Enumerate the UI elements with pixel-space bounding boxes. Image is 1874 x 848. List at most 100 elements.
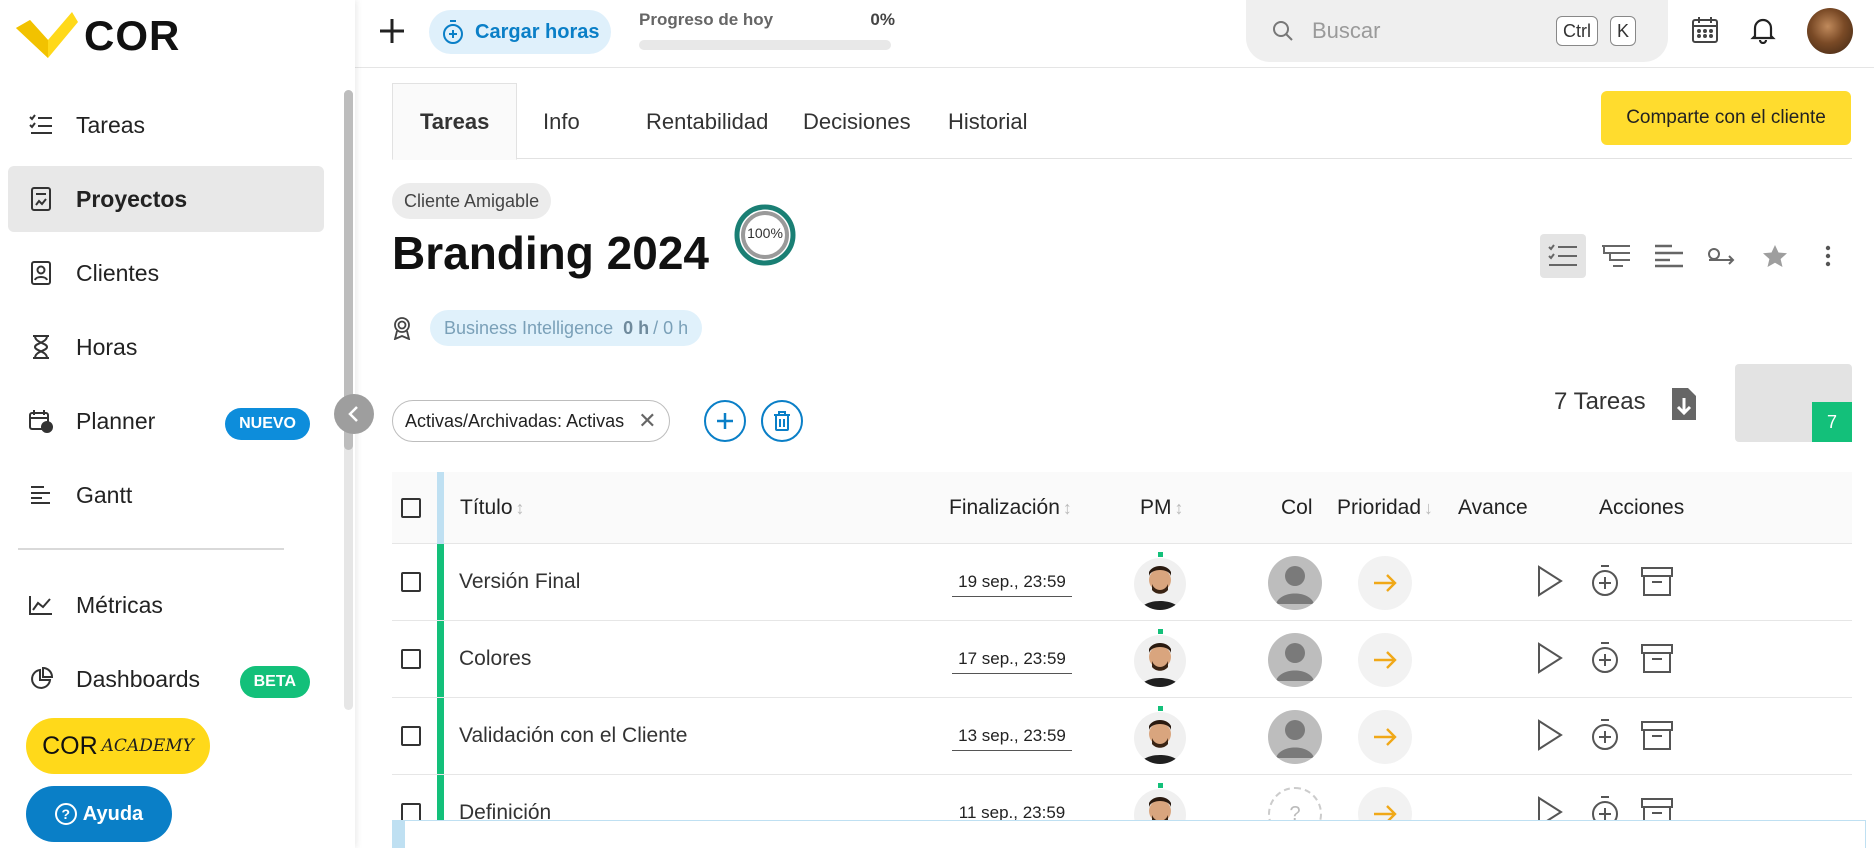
sidebar-item-horas[interactable]: Horas — [8, 314, 324, 380]
sidebar: COR Tareas Proyectos Clientes Horas Plan… — [0, 0, 355, 848]
task-title[interactable]: Validación con el Cliente — [459, 724, 687, 748]
client-chip[interactable]: Cliente Amigable — [392, 183, 552, 219]
cor-logo-mark-icon — [14, 10, 80, 62]
clear-filters-button[interactable] — [761, 400, 803, 442]
more-options-button[interactable] — [1805, 234, 1851, 278]
sidebar-item-planner[interactable]: Planner NUEVO — [8, 388, 324, 454]
gantt-view-button[interactable] — [1646, 234, 1692, 278]
hierarchy-view-button[interactable] — [1593, 234, 1639, 278]
arrow-right-icon — [1374, 728, 1397, 746]
area-name: Business Intelligence — [444, 317, 614, 338]
row-checkbox[interactable] — [401, 572, 421, 592]
help-button[interactable]: ? Ayuda — [26, 786, 172, 842]
projects-icon — [26, 184, 56, 214]
share-with-client-button[interactable]: Comparte con el cliente — [1601, 91, 1851, 145]
notifications-button[interactable] — [1749, 16, 1779, 46]
sidebar-nav: Tareas Proyectos Clientes Horas Planner … — [8, 92, 324, 536]
task-title[interactable]: Versión Final — [459, 570, 580, 594]
tab-rentabilidad[interactable]: Rentabilidad — [619, 83, 795, 160]
sidebar-item-proyectos[interactable]: Proyectos — [8, 166, 324, 232]
sidebar-item-dashboards[interactable]: Dashboards BETA — [8, 646, 324, 712]
pm-status-dot — [1158, 706, 1163, 711]
bottom-panel-accent — [393, 821, 405, 848]
task-due-date[interactable]: 13 sep., 23:59 — [952, 726, 1072, 751]
priority-button[interactable] — [1358, 556, 1412, 610]
checklist-icon — [1548, 244, 1577, 266]
timer-plus-icon — [443, 20, 463, 44]
col-header-priority[interactable]: Prioridad ↓ — [1337, 472, 1433, 544]
flow-view-button[interactable] — [1699, 234, 1745, 278]
metrics-icon — [26, 590, 56, 620]
table-row[interactable]: Versión Final 19 sep., 23:59 — [392, 544, 1852, 621]
sidebar-item-gantt[interactable]: Gantt — [8, 462, 324, 528]
sidebar-item-label: Dashboards — [76, 665, 201, 692]
list-view-button[interactable] — [1540, 234, 1586, 278]
plus-icon — [717, 413, 733, 429]
timer-plus-icon[interactable] — [1588, 564, 1622, 598]
add-button[interactable] — [379, 14, 405, 50]
kbd-k: K — [1610, 16, 1637, 46]
row-status-accent — [437, 698, 444, 774]
cor-academy-button[interactable]: COR ACADEMY — [26, 718, 210, 774]
collaborator-avatar[interactable] — [1268, 556, 1322, 610]
task-due-date[interactable]: 17 sep., 23:59 — [952, 649, 1072, 674]
pm-avatar[interactable] — [1134, 558, 1186, 610]
select-all-checkbox[interactable] — [401, 498, 421, 518]
archive-icon[interactable] — [1640, 718, 1674, 752]
task-title[interactable]: Colores — [459, 647, 531, 671]
table-row[interactable]: Validación con el Cliente 13 sep., 23:59 — [392, 698, 1852, 775]
timer-plus-icon[interactable] — [1588, 641, 1622, 675]
tab-decisiones[interactable]: Decisiones — [776, 83, 938, 160]
pm-avatar[interactable] — [1134, 635, 1186, 687]
sidebar-item-clientes[interactable]: Clientes — [8, 240, 324, 306]
calendar-button[interactable] — [1691, 16, 1721, 46]
col-header-title[interactable]: Título ↕ — [460, 472, 525, 544]
log-hours-button[interactable]: Cargar horas — [429, 10, 611, 54]
pm-avatar[interactable] — [1134, 712, 1186, 764]
project-main: Tareas Info Rentabilidad Decisiones Hist… — [392, 68, 1866, 848]
today-progress: Progreso de hoy 0% — [639, 10, 895, 50]
tab-historial[interactable]: Historial — [921, 83, 1054, 160]
col-header-end[interactable]: Finalización ↕ — [949, 472, 1072, 544]
sidebar-item-tareas[interactable]: Tareas — [8, 92, 324, 158]
col-header-pm[interactable]: PM ↕ — [1140, 472, 1184, 544]
collapse-sidebar-button[interactable] — [334, 394, 374, 434]
archive-icon[interactable] — [1640, 564, 1674, 598]
bottom-panel-strip[interactable] — [392, 820, 1866, 848]
task-due-date[interactable]: 19 sep., 23:59 — [952, 572, 1072, 597]
view-switcher — [1540, 234, 1858, 278]
active-filter-chip[interactable]: Activas/Archivadas: Activas ✕ — [392, 400, 670, 442]
priority-button[interactable] — [1358, 710, 1412, 764]
collaborator-avatar[interactable] — [1268, 633, 1322, 687]
priority-button[interactable] — [1358, 633, 1412, 687]
play-icon[interactable] — [1532, 641, 1566, 675]
file-download-icon — [1672, 388, 1696, 420]
add-filter-button[interactable] — [704, 400, 746, 442]
collaborator-avatar[interactable] — [1268, 710, 1322, 764]
row-status-accent — [437, 544, 444, 620]
tab-info[interactable]: Info — [516, 83, 607, 160]
export-button[interactable] — [1670, 386, 1698, 427]
close-icon[interactable]: ✕ — [638, 408, 656, 434]
row-checkbox[interactable] — [401, 649, 421, 669]
tab-tareas[interactable]: Tareas — [392, 83, 518, 160]
user-avatar[interactable] — [1807, 8, 1853, 54]
favorite-button[interactable] — [1752, 234, 1798, 278]
chevron-left-icon — [348, 406, 358, 422]
arrow-right-icon — [1374, 574, 1397, 592]
today-progress-value: 0% — [870, 10, 895, 29]
cor-logo[interactable]: COR — [14, 10, 180, 62]
play-icon[interactable] — [1532, 564, 1566, 598]
sidebar-item-metricas[interactable]: Métricas — [8, 572, 324, 638]
archive-icon[interactable] — [1640, 641, 1674, 675]
search-input[interactable]: Buscar Ctrl K — [1246, 0, 1668, 62]
play-icon[interactable] — [1532, 718, 1566, 752]
area-chip[interactable]: Business Intelligence 0 h / 0 h — [430, 310, 703, 346]
arrow-right-icon — [1374, 651, 1397, 669]
task-summary-box[interactable]: 7 — [1735, 364, 1852, 442]
row-checkbox[interactable] — [401, 726, 421, 746]
timer-plus-icon[interactable] — [1588, 718, 1622, 752]
table-row[interactable]: Colores 17 sep., 23:59 — [392, 621, 1852, 698]
col-end-label: Finalización — [949, 496, 1060, 519]
help-icon: ? — [54, 803, 77, 825]
